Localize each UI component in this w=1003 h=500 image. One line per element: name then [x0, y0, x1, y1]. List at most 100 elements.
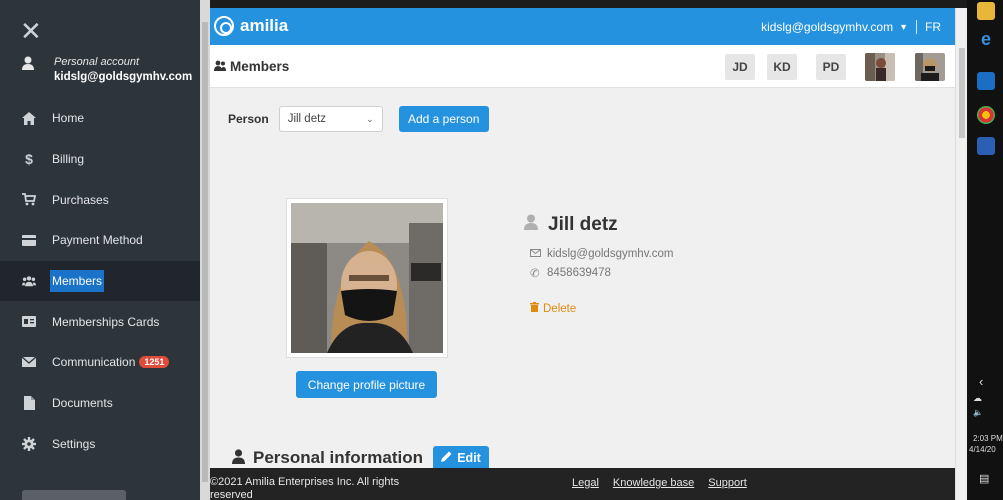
trash-icon	[530, 302, 539, 315]
sidebar-item-label: Payment Method	[52, 233, 143, 248]
os-taskbar: e ‹ ☁ 🔈 2:03 PM 4/14/20 ▤	[967, 0, 1003, 500]
amilia-logo[interactable]: amilia	[214, 16, 288, 36]
personal-information-section: Personal information Edit	[232, 446, 490, 470]
footer: ©2021 Amilia Enterprises Inc. All rights…	[210, 468, 955, 500]
sidebar-item-label: Settings	[52, 436, 96, 451]
sidebar-item-members[interactable]: Members	[0, 260, 200, 302]
sidebar-item-label: Purchases	[52, 192, 109, 207]
page-title-text: Members	[230, 59, 290, 74]
clock-time[interactable]: 2:03 PM	[973, 434, 1003, 443]
sidebar-item-label: Members	[50, 270, 105, 293]
add-person-button[interactable]: Add a person	[398, 106, 489, 132]
document-icon	[22, 396, 36, 411]
person-selector-row: Person Jill detz ⌄ Add a person	[228, 106, 489, 132]
dollar-icon: $	[25, 151, 33, 168]
sidebar-item-purchases[interactable]: Purchases	[0, 179, 200, 220]
change-profile-picture-button[interactable]: Change profile picture	[296, 371, 437, 398]
user-menu[interactable]: kidslg@goldsgymhv.com ▼ FR	[761, 20, 941, 34]
member-phone: ✆ 8458639478	[530, 266, 611, 280]
support-link[interactable]: Support	[708, 477, 747, 489]
member-avatar-jd[interactable]: JD	[725, 54, 755, 80]
pencil-icon	[441, 451, 452, 465]
member-avatar-kd[interactable]: KD	[767, 54, 797, 80]
member-avatar-pd[interactable]: PD	[816, 54, 846, 80]
member-email: kidslg@goldsgymhv.com	[530, 248, 674, 260]
person-label: Person	[228, 112, 269, 126]
internet-explorer-icon[interactable]: e	[977, 30, 995, 48]
credit-card-icon	[22, 233, 36, 247]
member-email-text: kidslg@goldsgymhv.com	[547, 248, 674, 260]
person-icon	[524, 214, 538, 236]
chevron-down-icon: ⌄	[366, 113, 374, 124]
account-email: kidslg@goldsgymhv.com	[54, 71, 193, 83]
notification-icon[interactable]: ▤	[979, 472, 989, 485]
envelope-icon	[530, 248, 542, 260]
sidebar-item-memberships-cards[interactable]: Memberships Cards	[0, 301, 200, 342]
brand-name: amilia	[240, 16, 289, 35]
section-heading: Personal information	[253, 448, 424, 467]
users-icon	[214, 60, 226, 74]
unread-count-badge: 1251	[139, 356, 170, 369]
sidebar-item-documents[interactable]: Documents	[0, 383, 200, 424]
sidebar-item-billing[interactable]: $ Billing	[0, 139, 200, 180]
home-icon	[22, 111, 36, 125]
copyright: ©2021 Amilia Enterprises Inc. All rights…	[210, 476, 400, 500]
phone-icon: ✆	[530, 268, 540, 280]
users-icon	[22, 274, 36, 288]
file-explorer-icon[interactable]	[977, 2, 995, 20]
sidebar-item-label: Memberships Cards	[52, 314, 160, 329]
person-select-value: Jill detz	[287, 113, 327, 125]
chrome-icon[interactable]	[977, 106, 995, 124]
clock-date[interactable]: 4/14/20	[969, 445, 996, 454]
member-phone-text: 8458639478	[547, 267, 611, 279]
sidebar-menu: Home $ Billing Purchases Payment Method …	[0, 98, 200, 464]
sidebar-item-label: Billing	[52, 152, 85, 167]
amilia-logo-icon	[214, 16, 234, 36]
person-icon	[232, 449, 245, 467]
scrollbar-thumb[interactable]	[959, 48, 965, 138]
envelope-icon	[22, 355, 36, 369]
sidebar-item-label: Home	[52, 111, 85, 126]
amilia-app: amilia kidslg@goldsgymhv.com ▼ FR Member…	[210, 8, 955, 500]
member-photo-avatar[interactable]	[915, 53, 945, 81]
delete-member-link[interactable]: Delete	[530, 302, 576, 315]
person-select[interactable]: Jill detz ⌄	[278, 106, 383, 132]
id-card-icon	[22, 315, 36, 329]
edit-label: Edit	[457, 451, 481, 465]
language-toggle[interactable]: FR	[925, 20, 941, 34]
delete-label: Delete	[543, 302, 577, 315]
footer-links: Legal Knowledge base Support	[572, 477, 747, 489]
sidebar-bottom-button[interactable]	[22, 490, 126, 500]
member-name-text: Jill detz	[548, 214, 618, 235]
member-photo-avatar[interactable]	[865, 53, 895, 81]
sidebar-item-communication[interactable]: Communication 1251	[0, 342, 200, 383]
outlook-icon[interactable]	[977, 72, 995, 90]
sidebar: ✕ Personal account kidslg@goldsgymhv.com…	[0, 0, 200, 500]
sidebar-item-settings[interactable]: Settings	[0, 424, 200, 465]
personal-account[interactable]: Personal account kidslg@goldsgymhv.com	[22, 56, 192, 83]
sidebar-item-payment-method[interactable]: Payment Method	[0, 220, 200, 261]
sidebar-scrollbar[interactable]	[200, 0, 210, 500]
caret-down-icon: ▼	[899, 22, 908, 32]
network-icon[interactable]: ☁	[973, 393, 982, 404]
edit-personal-info-button[interactable]: Edit	[433, 446, 490, 470]
page-scrollbar[interactable]	[955, 8, 967, 500]
volume-icon[interactable]: 🔈	[973, 408, 983, 417]
chevron-left-icon[interactable]: ‹	[979, 374, 983, 389]
member-name: Jill detz	[524, 214, 618, 236]
scrollbar-thumb[interactable]	[202, 22, 208, 482]
sidebar-item-label: Communication	[52, 355, 136, 370]
account-type: Personal account	[54, 56, 139, 68]
gear-icon	[22, 436, 36, 451]
divider	[916, 20, 917, 34]
word-icon[interactable]	[977, 137, 995, 155]
sidebar-item-home[interactable]: Home	[0, 98, 200, 139]
members-header: Members JD KD PD	[210, 45, 955, 88]
user-email: kidslg@goldsgymhv.com	[761, 20, 894, 34]
profile-picture	[286, 198, 448, 358]
knowledge-base-link[interactable]: Knowledge base	[613, 477, 694, 489]
legal-link[interactable]: Legal	[572, 477, 599, 489]
page-title: Members	[214, 59, 289, 74]
cart-icon	[22, 193, 36, 207]
close-icon[interactable]: ✕	[20, 18, 44, 44]
